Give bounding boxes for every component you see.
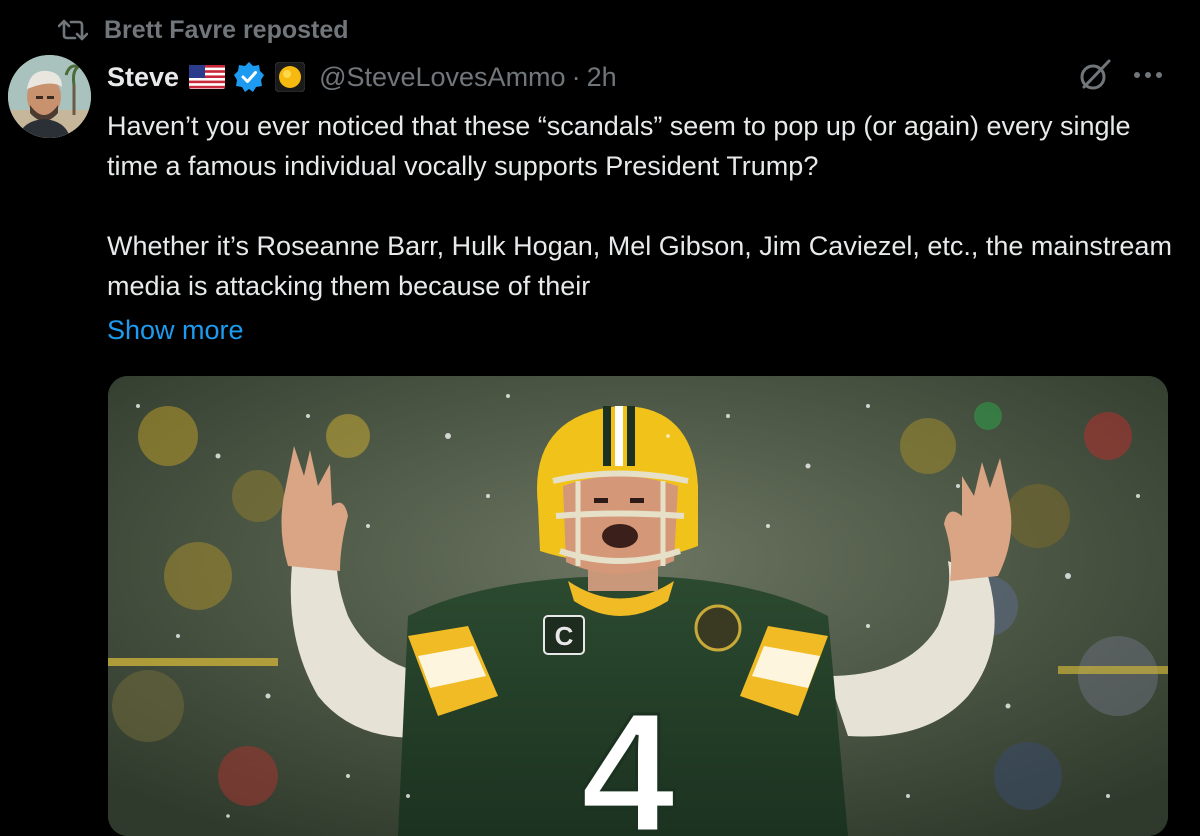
- separator: ·: [571, 61, 581, 92]
- author-name[interactable]: Steve: [107, 62, 179, 93]
- tweet-paragraph: Whether it’s Roseanne Barr, Hulk Hogan, …: [107, 231, 1172, 301]
- tweet-paragraph: Haven’t you ever noticed that these “sca…: [107, 111, 1131, 181]
- grok-icon[interactable]: [1078, 58, 1112, 92]
- more-options-icon[interactable]: [1130, 60, 1166, 90]
- tweet-text: Haven’t you ever noticed that these “sca…: [107, 106, 1182, 306]
- us-flag-icon: [189, 65, 233, 89]
- verified-badge-icon[interactable]: [233, 61, 275, 93]
- repost-icon: [58, 18, 88, 42]
- yellow-circle-icon[interactable]: [275, 62, 319, 92]
- show-more-link[interactable]: Show more: [107, 310, 244, 350]
- author-handle[interactable]: @SteveLovesAmmo: [319, 62, 566, 93]
- repost-indicator[interactable]: Brett Favre reposted: [58, 14, 349, 46]
- avatar[interactable]: [8, 55, 91, 138]
- tweet-header: Steve @SteveLovesAmmo · 2h: [107, 56, 617, 98]
- captain-patch-text: C: [555, 621, 574, 651]
- repost-label[interactable]: Brett Favre reposted: [104, 16, 349, 45]
- timestamp[interactable]: 2h: [587, 62, 617, 93]
- tweet-media-photo[interactable]: C 4: [108, 376, 1168, 836]
- jersey-number: 4: [581, 678, 676, 836]
